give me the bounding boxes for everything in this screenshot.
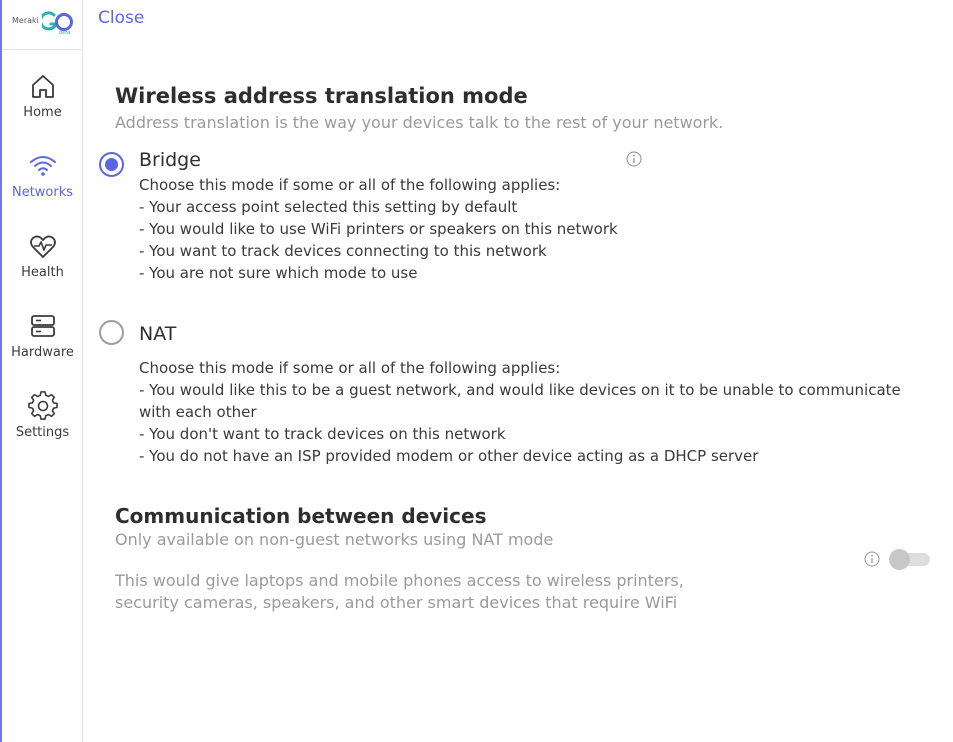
sidebar-item-hardware[interactable]: Hardware [2, 311, 83, 383]
description-line: - You do not have an ISP provided modem … [139, 447, 759, 465]
server-icon [30, 315, 55, 337]
description-line: - You would like to use WiFi printers or… [139, 220, 618, 238]
sidebar: Meraki beta Home Networks Health Hardwar… [0, 0, 83, 742]
meraki-go-logo: Meraki beta [12, 9, 78, 41]
gear-icon [27, 391, 58, 420]
description-line: security cameras, speakers, and other sm… [115, 593, 678, 612]
heart-pulse-icon [29, 235, 56, 258]
sidebar-item-label: Health [21, 265, 64, 280]
sidebar-item-home[interactable]: Home [2, 71, 83, 143]
description-line: - You are not sure which mode to use [139, 264, 418, 282]
sidebar-item-label: Home [23, 105, 62, 120]
logo-beta: beta [59, 30, 71, 36]
nat-option-description: Choose this mode if some or all of the f… [139, 357, 914, 467]
bridge-radio[interactable] [99, 152, 124, 177]
wifi-icon [29, 156, 56, 176]
translation-mode-title: Wireless address translation mode [115, 84, 528, 108]
bridge-option-label[interactable]: Bridge [139, 149, 201, 171]
sidebar-item-health[interactable]: Health [2, 231, 83, 303]
description-line: Choose this mode if some or all of the f… [139, 359, 561, 377]
sidebar-item-label: Settings [15, 425, 70, 440]
translation-mode-subtitle: Address translation is the way your devi… [115, 113, 724, 132]
communication-description: This would give laptops and mobile phone… [115, 570, 684, 614]
communication-subtitle: Only available on non-guest networks usi… [115, 530, 554, 549]
description-line: - You want to track devices connecting t… [139, 242, 547, 260]
description-line: Choose this mode if some or all of the f… [139, 176, 561, 194]
toggle-knob [889, 549, 910, 570]
home-icon [31, 75, 54, 98]
description-line: This would give laptops and mobile phone… [115, 571, 684, 590]
close-link[interactable]: Close [98, 8, 144, 28]
logo-text: Meraki [12, 16, 39, 25]
nat-radio[interactable] [99, 320, 124, 345]
nat-option-label[interactable]: NAT [139, 323, 176, 345]
description-line: - You don't want to track devices on thi… [139, 425, 506, 443]
communication-toggle[interactable] [889, 549, 930, 570]
sidebar-item-label: Hardware [11, 345, 74, 360]
sidebar-item-label: Networks [11, 185, 74, 200]
description-line: - Your access point selected this settin… [139, 198, 518, 216]
bridge-info-icon[interactable] [626, 151, 642, 167]
communication-info-icon[interactable] [864, 551, 880, 567]
sidebar-item-networks[interactable]: Networks [2, 151, 83, 223]
bridge-option-description: Choose this mode if some or all of the f… [139, 174, 618, 284]
sidebar-item-settings[interactable]: Settings [2, 391, 83, 463]
description-line: - You would like this to be a guest netw… [139, 381, 901, 421]
logo-divider [2, 49, 83, 50]
communication-title: Communication between devices [115, 504, 487, 528]
